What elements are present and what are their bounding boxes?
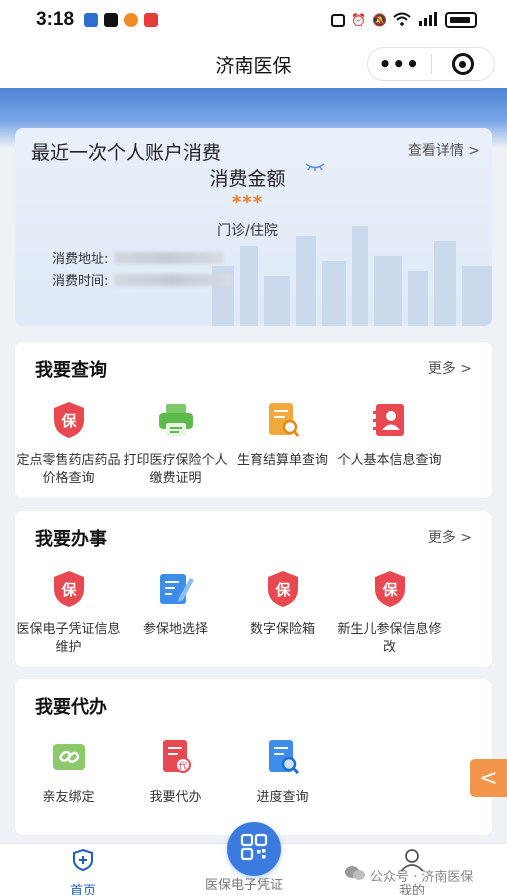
agent-section: 我要代办 亲友绑定 代 我要代办 进度查询 (15, 679, 492, 835)
handle-item-insured-location[interactable]: 参保地选择 (122, 569, 229, 657)
tab-home[interactable]: 首页 (70, 848, 96, 895)
shield-plus-icon (71, 848, 95, 876)
nfc-icon (331, 13, 346, 27)
battery-icon (445, 12, 477, 28)
svg-text:保: 保 (381, 581, 398, 599)
nav-bar: 济南医保 ••• (0, 40, 507, 88)
amount-value: *** (231, 192, 264, 213)
handle-item-label: 新生儿参保信息修改 (337, 622, 442, 655)
voucher-qr-button[interactable] (227, 822, 281, 876)
edit-document-icon (156, 569, 196, 609)
floating-side-tab[interactable]: < (470, 759, 507, 797)
agent-section-title: 我要代办 (35, 697, 107, 718)
query-item-maternity-settlement[interactable]: 生育结算单查询 (229, 400, 336, 488)
shield-bao-icon: 保 (263, 569, 303, 609)
link-icon (49, 737, 89, 777)
svg-text:保: 保 (60, 412, 77, 430)
address-label: 消费地址: (52, 252, 109, 267)
proxy-document-icon: 代 (156, 737, 196, 777)
agent-grid: 亲友绑定 代 我要代办 进度查询 (15, 737, 492, 807)
printer-icon (156, 400, 196, 440)
progress-search-icon (263, 737, 303, 777)
time-value-redacted (114, 273, 233, 286)
wechat-icon (344, 864, 366, 886)
notification-icon (84, 13, 99, 27)
target-icon (451, 53, 474, 75)
query-item-label: 生育结算单查询 (236, 453, 328, 468)
query-item-drug-price[interactable]: 保 定点零售药店药品价格查询 (15, 400, 122, 488)
shield-bao-icon: 保 (370, 569, 410, 609)
handle-item-digital-safe[interactable]: 保 数字保险箱 (229, 569, 336, 657)
query-section: 我要查询 更多 > 保 定点零售药店药品价格查询 打印医疗保险个人缴费证明 生育… (15, 342, 492, 498)
status-time: 3:18 (36, 9, 75, 30)
tab-voucher[interactable]: 医保电子凭证 (205, 874, 283, 893)
wifi-icon (393, 12, 411, 29)
address-row: 消费地址: (52, 248, 225, 267)
query-item-label: 定点零售药店药品价格查询 (16, 453, 121, 486)
agent-item-proxy[interactable]: 代 我要代办 (122, 737, 229, 807)
handle-more-link[interactable]: 更多 > (428, 527, 472, 547)
chevron-left-icon: < (479, 765, 498, 791)
query-item-label: 打印医疗保险个人缴费证明 (123, 453, 228, 486)
query-item-print-certificate[interactable]: 打印医疗保险个人缴费证明 (122, 400, 229, 488)
handle-item-voucher-maintenance[interactable]: 保 医保电子凭证信息维护 (15, 569, 122, 657)
query-item-label: 个人基本信息查询 (337, 453, 442, 468)
view-details-link[interactable]: 查看详情 > (408, 140, 480, 160)
id-card-icon (370, 400, 410, 440)
query-section-title: 我要查询 (35, 360, 107, 381)
time-row: 消费时间: (52, 270, 233, 289)
video-icon (144, 13, 159, 27)
agent-item-label: 亲友绑定 (42, 790, 95, 805)
agent-item-label: 进度查询 (256, 790, 309, 805)
recent-consumption-card[interactable]: 最近一次个人账户消费 查看详情 > 消费金额 *** 门诊/住院 消费地址: 消… (15, 128, 492, 326)
amount-label: 消费金额 (209, 168, 286, 190)
mini-program-capsule: ••• (367, 47, 495, 81)
eye-closed-icon[interactable] (304, 158, 326, 177)
handle-item-label: 医保电子凭证信息维护 (16, 622, 121, 655)
handle-grid: 保 医保电子凭证信息维护 参保地选择 保 数字保险箱 保 新生儿参保信息修改 (15, 569, 492, 657)
svg-text:代: 代 (178, 761, 187, 772)
recent-title: 最近一次个人账户消费 (31, 142, 222, 164)
document-search-icon (263, 400, 303, 440)
alarm-icon: ⏰ (351, 13, 367, 27)
status-bar: 3:18 ⏰ 🔕 (0, 0, 507, 40)
more-menu-button[interactable]: ••• (368, 54, 431, 74)
signal-icon (417, 11, 439, 29)
handle-item-label: 参保地选择 (142, 622, 208, 637)
agent-item-progress[interactable]: 进度查询 (229, 737, 336, 807)
handle-section-title: 我要办事 (35, 529, 107, 550)
watermark-text: 公众号 · 济南医保 (370, 869, 474, 885)
close-button[interactable] (431, 53, 494, 75)
agent-item-label: 我要代办 (149, 790, 202, 805)
app-icon (124, 13, 139, 27)
tab-home-label: 首页 (70, 884, 97, 895)
shield-bao-icon: 保 (49, 569, 89, 609)
query-more-link[interactable]: 更多 > (428, 358, 472, 378)
handle-item-label: 数字保险箱 (249, 622, 315, 637)
query-item-personal-info[interactable]: 个人基本信息查询 (336, 400, 443, 488)
tiktok-icon (104, 13, 119, 27)
watermark: 公众号 · 济南医保 (344, 864, 473, 886)
svg-text:保: 保 (274, 581, 291, 599)
agent-item-bind-family[interactable]: 亲友绑定 (15, 737, 122, 807)
address-value-redacted (114, 251, 225, 264)
shield-bao-icon: 保 (49, 400, 89, 440)
consumption-type: 门诊/住院 (217, 223, 278, 239)
query-grid: 保 定点零售药店药品价格查询 打印医疗保险个人缴费证明 生育结算单查询 个人基本… (15, 400, 492, 488)
page-title: 济南医保 (215, 54, 292, 77)
handle-section: 我要办事 更多 > 保 医保电子凭证信息维护 参保地选择 保 数字保险箱 保 新… (15, 511, 492, 667)
svg-text:保: 保 (60, 581, 77, 599)
handle-item-newborn-info[interactable]: 保 新生儿参保信息修改 (336, 569, 443, 657)
mute-icon: 🔕 (372, 13, 387, 27)
time-label: 消费时间: (52, 274, 109, 289)
tab-voucher-label: 医保电子凭证 (205, 878, 284, 893)
qr-code-icon (240, 833, 268, 865)
